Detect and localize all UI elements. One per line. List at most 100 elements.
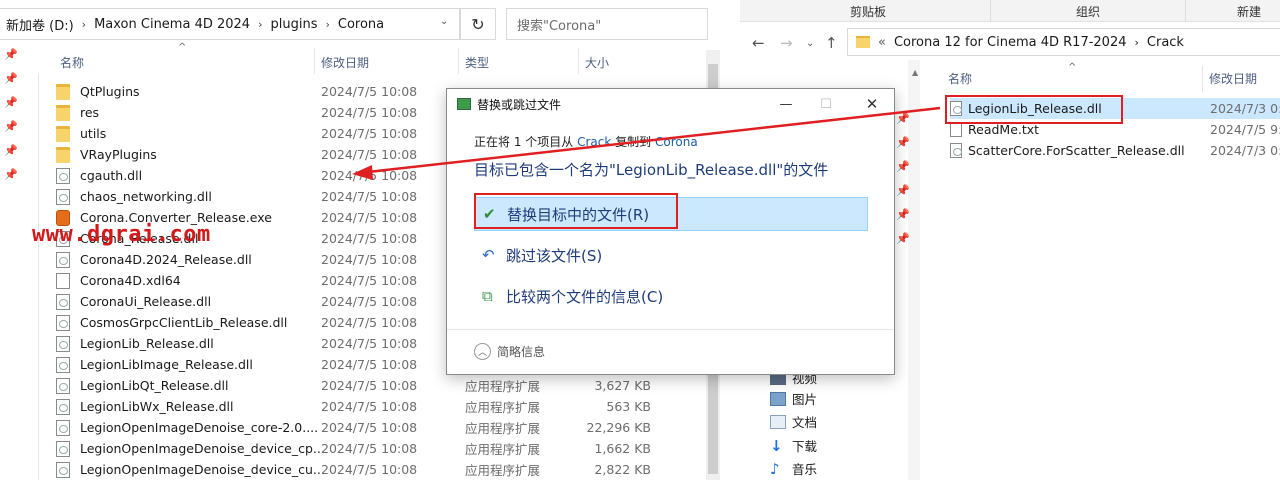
source-folder-link[interactable]: Crack (577, 135, 611, 149)
pin-icon[interactable]: 📌 (4, 48, 24, 72)
file-date: 2024/7/5 10:08 (321, 462, 418, 477)
fewer-details-toggle[interactable]: ︿ 简略信息 (474, 343, 545, 360)
annotation-box-source-file (945, 95, 1123, 124)
skip-arrow-icon: ↶ (482, 246, 495, 264)
pin-icon[interactable]: 📌 (896, 208, 910, 232)
dialog-divider (447, 329, 894, 330)
search-input[interactable]: 搜索"Corona" (506, 8, 708, 40)
file-name: LegionLibQt_Release.dll (80, 378, 229, 393)
compare-files-button[interactable]: ⧉ 比较两个文件的信息(C) (474, 279, 868, 313)
pin-icon[interactable]: 📌 (896, 136, 910, 160)
file-date: 2024/7/5 10:08 (321, 336, 418, 351)
forward-arrow-icon[interactable]: → (780, 34, 793, 52)
breadcrumb-overflow[interactable]: « (878, 35, 886, 50)
text-file-icon (950, 122, 962, 137)
pin-icon[interactable]: 📌 (4, 144, 24, 168)
left-address-bar[interactable]: 新加卷 (D:) › Maxon Cinema 4D 2024 › plugin… (0, 8, 460, 40)
file-name: cgauth.dll (80, 168, 143, 183)
file-name: ScatterCore.ForScatter_Release.dll (968, 143, 1185, 158)
pin-icon[interactable]: 📌 (4, 168, 24, 192)
folder-icon (56, 83, 70, 100)
ribbon-divider (990, 0, 991, 22)
file-size: 3,627 KB (594, 378, 651, 393)
dll-file-icon (56, 188, 70, 205)
minimize-icon[interactable]: — (771, 93, 801, 115)
scroll-up-icon[interactable]: ▲ (912, 68, 918, 77)
file-name: ReadMe.txt (968, 122, 1040, 137)
ribbon-new-label: 新建 (1237, 5, 1262, 19)
dll-file-icon (56, 419, 70, 436)
column-divider[interactable] (1202, 66, 1203, 92)
back-arrow-icon[interactable]: ← (752, 34, 765, 52)
file-row[interactable]: LegionLibQt_Release.dll 2024/7/5 10:08 应用程… (56, 375, 656, 396)
watermark-text: www.dgrai.com (32, 222, 211, 247)
destination-folder-link[interactable]: Corona (655, 135, 698, 149)
column-header-date[interactable]: 修改日期 (321, 50, 369, 74)
details-label: 简略信息 (497, 345, 546, 359)
file-row[interactable]: LegionOpenImageDenoise_core-2.0.... 2024/… (56, 417, 656, 438)
file-size: 22,296 KB (586, 420, 651, 435)
dialog-title: 替换或跳过文件 (477, 97, 562, 112)
column-divider[interactable] (458, 48, 459, 74)
music-note-icon: ♪ (770, 459, 780, 478)
dll-file-icon (56, 440, 70, 457)
right-column-header-date[interactable]: 修改日期 (1209, 70, 1257, 87)
breadcrumb-crack[interactable]: Crack (1147, 35, 1184, 50)
folder-icon (856, 36, 870, 48)
download-arrow-icon: ↓ (770, 436, 783, 455)
tree-item-downloads[interactable]: ↓ 下载 (770, 436, 817, 455)
pin-icon[interactable]: 📌 (4, 120, 24, 144)
file-row[interactable]: ScatterCore.ForScatter_Release.dll 2024/7… (950, 140, 1280, 161)
sort-up-icon: ^ (1068, 62, 1077, 73)
column-divider[interactable] (314, 48, 315, 74)
right-column-header-name[interactable]: 名称 (948, 70, 972, 87)
maximize-icon[interactable]: ☐ (811, 93, 841, 115)
pin-icon[interactable]: 📌 (4, 72, 24, 96)
tree-item-documents[interactable]: 文档 (770, 412, 817, 431)
address-dropdown-icon[interactable]: ⌄ (440, 16, 448, 27)
file-date: 2024/7/5 10:08 (321, 126, 418, 141)
pictures-folder-icon (770, 391, 786, 406)
tree-item-music[interactable]: ♪ 音乐 (770, 459, 817, 478)
skip-label: 跳过该文件(S) (506, 246, 603, 265)
compare-files-icon: ⧉ (482, 287, 493, 305)
breadcrumb-cinema4d[interactable]: Maxon Cinema 4D 2024 (88, 17, 256, 32)
file-name: res (80, 105, 100, 120)
column-header-name[interactable]: 名称 (60, 50, 84, 74)
pin-icon[interactable]: 📌 (896, 160, 910, 184)
pin-icon[interactable]: 📌 (896, 112, 910, 136)
skip-file-button[interactable]: ↶ 跳过该文件(S) (474, 238, 868, 272)
up-arrow-icon[interactable]: ↑ (825, 34, 838, 52)
collapse-chevron-icon: ︿ (474, 343, 491, 360)
file-date: 2024/7/5 10:08 (321, 189, 418, 204)
close-icon[interactable]: ✕ (857, 93, 887, 115)
file-date: 2024/7/5 10:08 (321, 399, 418, 414)
right-address-bar[interactable]: « Corona 12 for Cinema 4D R17-2024 › Cra… (847, 28, 1280, 56)
column-divider[interactable] (578, 48, 579, 74)
pin-icon[interactable]: 📌 (896, 184, 910, 208)
documents-folder-icon (770, 414, 786, 429)
file-row[interactable]: LegionOpenImageDenoise_device_cu... 2024/… (56, 459, 656, 480)
file-date: 2024/7/5 10:08 (321, 441, 418, 456)
pin-icon[interactable]: 📌 (896, 232, 910, 256)
file-row[interactable]: LegionOpenImageDenoise_device_cp... 2024/… (56, 438, 656, 459)
column-header-type[interactable]: 类型 (465, 50, 489, 74)
breadcrumb-drive[interactable]: 新加卷 (D:) (0, 15, 80, 34)
file-date: 2024/7/5 10:08 (321, 147, 418, 162)
annotation-box-replace (474, 193, 678, 229)
pin-icon[interactable]: 📌 (4, 96, 24, 120)
breadcrumb-plugins[interactable]: plugins (264, 17, 323, 32)
breadcrumb-chevron-icon: › (325, 17, 330, 31)
file-row[interactable]: LegionLibWx_Release.dll 2024/7/5 10:08 应用程… (56, 396, 656, 417)
tree-item-pictures[interactable]: 图片 (770, 389, 817, 408)
ribbon-divider (1185, 0, 1186, 22)
file-name: CosmosGrpcClientLib_Release.dll (80, 315, 288, 330)
file-date: 2024/7/5 10:08 (321, 273, 418, 288)
recent-dropdown-icon[interactable]: ⌄ (806, 38, 814, 49)
refresh-icon[interactable]: ↻ (460, 8, 496, 40)
file-name: chaos_networking.dll (80, 189, 212, 204)
breadcrumb-corona12[interactable]: Corona 12 for Cinema 4D R17-2024 (894, 35, 1127, 50)
file-size: 1,662 KB (594, 441, 651, 456)
column-header-size[interactable]: 大小 (585, 50, 609, 74)
breadcrumb-corona[interactable]: Corona (332, 17, 390, 32)
